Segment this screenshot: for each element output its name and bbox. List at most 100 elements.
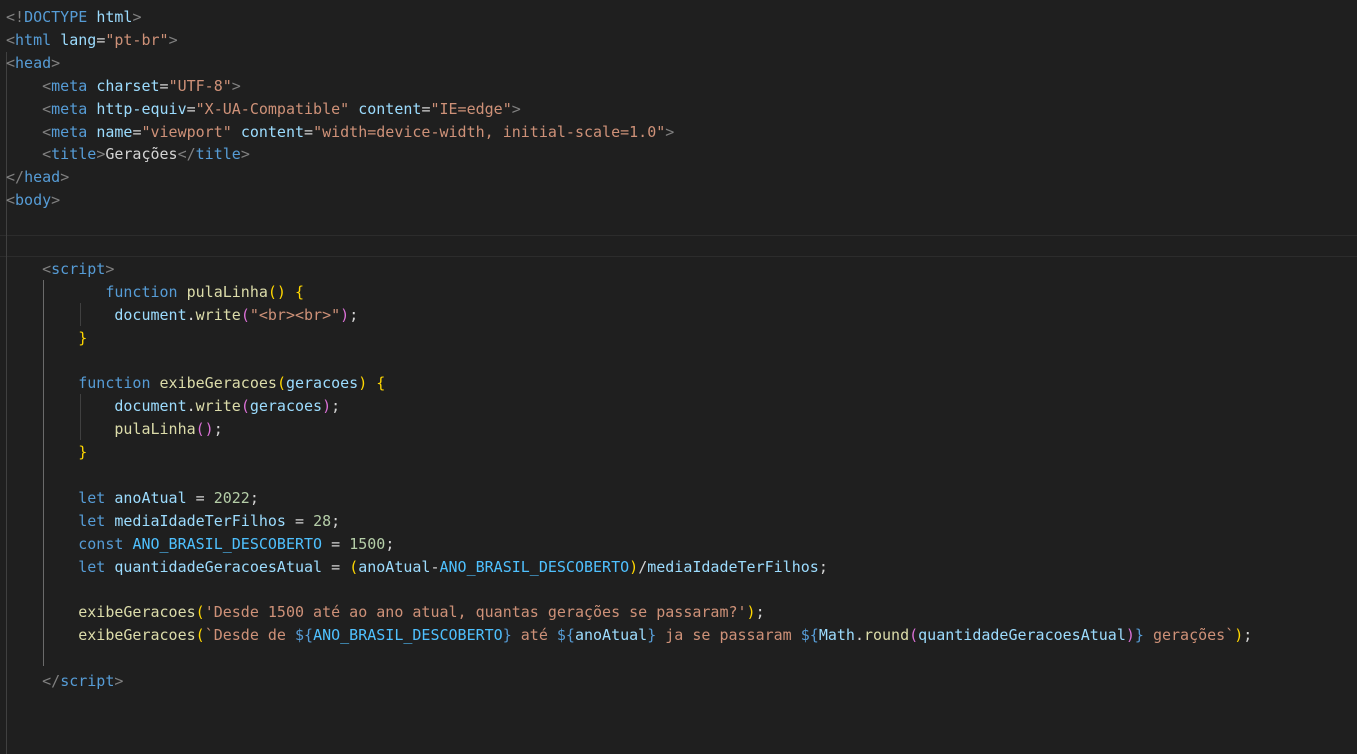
code-token: anoAtual — [358, 557, 431, 576]
code-token: mediaIdadeTerFilhos — [647, 557, 819, 576]
code-token: 1500 — [349, 534, 386, 553]
code-token: ; — [331, 511, 341, 530]
code-token: "width=device-width, initial-scale=1.0" — [313, 122, 666, 141]
code-token: = — [186, 488, 214, 507]
code-token: ) — [358, 374, 368, 393]
code-token: ; — [755, 603, 765, 622]
code-token: "pt-br" — [105, 30, 169, 49]
code-token: { — [376, 374, 386, 393]
code-line[interactable]: exibeGeracoes(`Desde de ${ANO_BRASIL_DES… — [6, 624, 1357, 647]
code-line[interactable]: <meta http-equiv="X-UA-Compatible" conte… — [6, 98, 1357, 121]
code-token: document — [114, 305, 187, 324]
code-line[interactable]: function exibeGeracoes(geracoes) { — [6, 372, 1357, 395]
code-token: 'Desde 1500 até ao ano atual, quantas ge… — [204, 603, 747, 622]
code-line[interactable]: <meta charset="UTF-8"> — [6, 75, 1357, 98]
code-token: . — [186, 397, 196, 416]
code-token: ( — [240, 397, 250, 416]
code-token: pulaLinha — [186, 282, 268, 301]
code-token: write — [195, 397, 241, 416]
code-token: body — [15, 191, 52, 210]
code-token: ; — [385, 534, 395, 553]
code-line[interactable]: <html lang="pt-br"> — [6, 29, 1357, 52]
code-token: content — [240, 122, 305, 141]
code-token: http-equiv — [96, 99, 187, 118]
code-line[interactable]: document.write("<br><br>"); — [6, 304, 1357, 327]
code-token: const — [78, 534, 124, 553]
code-token: let — [78, 557, 106, 576]
code-token: ANO_BRASIL_DESCOBERTO — [439, 557, 630, 576]
code-line[interactable]: } — [6, 441, 1357, 464]
code-token: > — [105, 259, 115, 278]
code-token: ${ — [295, 626, 314, 645]
code-line[interactable] — [6, 350, 1357, 373]
code-token: . — [186, 305, 196, 324]
code-token: > — [114, 672, 124, 691]
code-line[interactable]: </script> — [6, 670, 1357, 693]
code-token: > — [51, 191, 61, 210]
code-token: ) — [629, 557, 639, 576]
code-line[interactable]: <body> — [6, 189, 1357, 212]
code-token: < — [42, 259, 52, 278]
code-token: } — [502, 626, 512, 645]
code-line[interactable]: function pulaLinha() { — [6, 281, 1357, 304]
code-line[interactable] — [6, 647, 1357, 670]
code-token: ANO_BRASIL_DESCOBERTO — [313, 626, 503, 645]
code-token: } — [78, 443, 88, 462]
code-line[interactable]: exibeGeracoes('Desde 1500 até ao ano atu… — [6, 601, 1357, 624]
code-token: ja se passaram — [656, 626, 801, 645]
code-token: < — [6, 191, 16, 210]
code-token: até — [511, 626, 557, 645]
code-line[interactable]: </head> — [6, 166, 1357, 189]
code-line[interactable]: <script> — [6, 258, 1357, 281]
code-line[interactable]: document.write(geracoes); — [6, 395, 1357, 418]
code-token: ; — [249, 488, 259, 507]
code-line[interactable]: <!DOCTYPE html> — [6, 6, 1357, 29]
code-line[interactable] — [6, 235, 1357, 258]
code-token: "viewport" — [141, 122, 232, 141]
code-token: . — [854, 626, 864, 645]
code-token: = — [96, 30, 106, 49]
code-line[interactable] — [6, 579, 1357, 602]
code-token: script — [60, 672, 115, 691]
code-token: let — [78, 511, 106, 530]
code-line[interactable]: } — [6, 327, 1357, 350]
code-token: head — [24, 168, 61, 187]
code-line[interactable]: pulaLinha(); — [6, 418, 1357, 441]
code-token: ( — [195, 626, 205, 645]
code-token: gerações` — [1143, 626, 1235, 645]
code-line[interactable]: let quantidadeGeracoesAtual = (anoAtual-… — [6, 556, 1357, 579]
code-line[interactable]: const ANO_BRASIL_DESCOBERTO = 1500; — [6, 533, 1357, 556]
code-token: 2022 — [213, 488, 250, 507]
code-token: ) — [340, 305, 350, 324]
code-token: name — [96, 122, 133, 141]
code-line[interactable] — [6, 212, 1357, 235]
code-token: write — [195, 305, 241, 324]
code-line[interactable]: <head> — [6, 52, 1357, 75]
code-token: "UTF-8" — [168, 76, 232, 95]
code-token: exibeGeracoes — [78, 603, 196, 622]
code-line[interactable]: let anoAtual = 2022; — [6, 487, 1357, 510]
code-line[interactable]: <meta name="viewport" content="width=dev… — [6, 121, 1357, 144]
code-line[interactable] — [6, 464, 1357, 487]
code-token: </ — [42, 672, 61, 691]
code-token: pulaLinha — [114, 420, 196, 439]
code-editor[interactable]: <!DOCTYPE html> <html lang="pt-br"> <head>… — [0, 0, 1357, 754]
code-token: ; — [349, 305, 359, 324]
code-line[interactable]: <title>Gerações</title> — [6, 143, 1357, 166]
code-line[interactable]: let mediaIdadeTerFilhos = 28; — [6, 510, 1357, 533]
code-token: ; — [331, 397, 341, 416]
code-token: ( — [276, 374, 286, 393]
code-token: } — [1134, 626, 1144, 645]
